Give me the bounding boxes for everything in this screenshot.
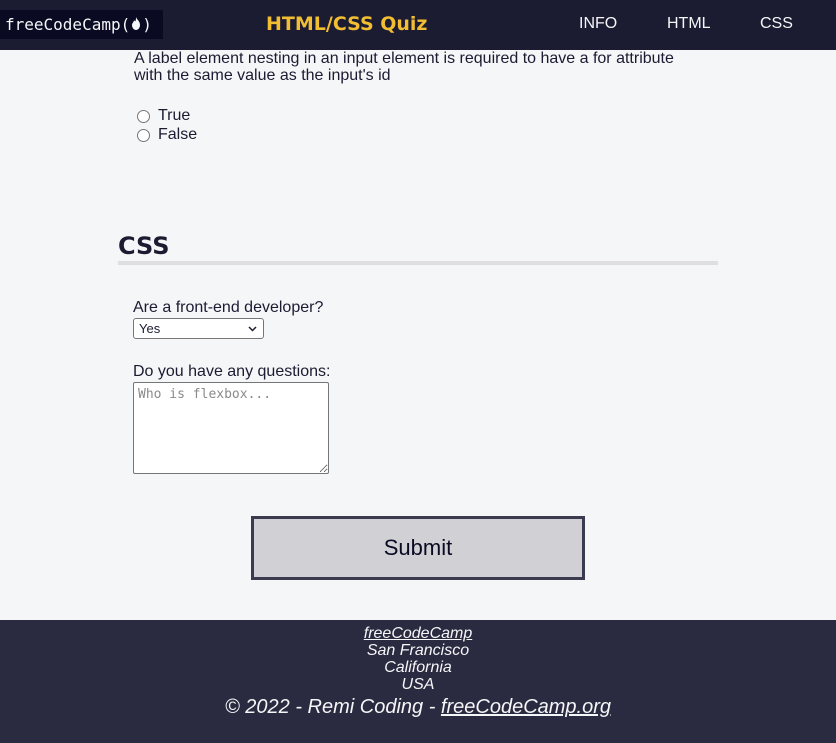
frontend-select[interactable]: Yes [133, 318, 264, 339]
radio-true[interactable] [137, 109, 150, 123]
option-false-label: False [158, 126, 198, 143]
site-header: freeCodeCamp( ) HTML/CSS Quiz INFO HTML … [0, 0, 836, 50]
footer-country: USA [401, 676, 435, 693]
section-divider [118, 261, 718, 265]
copyright-text: © 2022 - Remi Coding - [224, 696, 441, 718]
site-footer: freeCodeCamp San Francisco California US… [0, 620, 836, 743]
submit-button[interactable]: Submit [251, 516, 585, 580]
chevron-down-icon [248, 324, 257, 334]
footer-state: California [384, 659, 452, 676]
flame-icon [131, 16, 141, 33]
page-title: HTML/CSS Quiz [266, 13, 428, 35]
logo-close: ) [142, 15, 152, 34]
option-false[interactable]: False [137, 126, 197, 144]
nav-link-info[interactable]: INFO [579, 15, 617, 33]
option-true[interactable]: True [137, 107, 190, 125]
nav-link-html[interactable]: HTML [667, 15, 711, 33]
footer-city: San Francisco [366, 642, 470, 659]
questions-label: Do you have any questions: [133, 363, 331, 380]
footer-freecodecamp-link[interactable]: freeCodeCamp [364, 625, 473, 642]
question-text: A label element nesting in an input elem… [134, 50, 674, 84]
copyright-link[interactable]: freeCodeCamp.org [441, 696, 611, 718]
freecodecamp-logo[interactable]: freeCodeCamp( ) [0, 10, 163, 39]
logo-text: freeCodeCamp( [5, 15, 131, 34]
nav-link-css[interactable]: CSS [760, 15, 793, 33]
footer-copyright: © 2022 - Remi Coding - freeCodeCamp.org [0, 696, 836, 719]
frontend-select-value: Yes [139, 321, 161, 336]
frontend-label: Are a front-end developer? [133, 299, 324, 316]
section-title-css: CSS [118, 232, 170, 260]
option-true-label: True [158, 107, 191, 124]
questions-textarea[interactable] [133, 382, 329, 474]
radio-false[interactable] [137, 128, 150, 142]
